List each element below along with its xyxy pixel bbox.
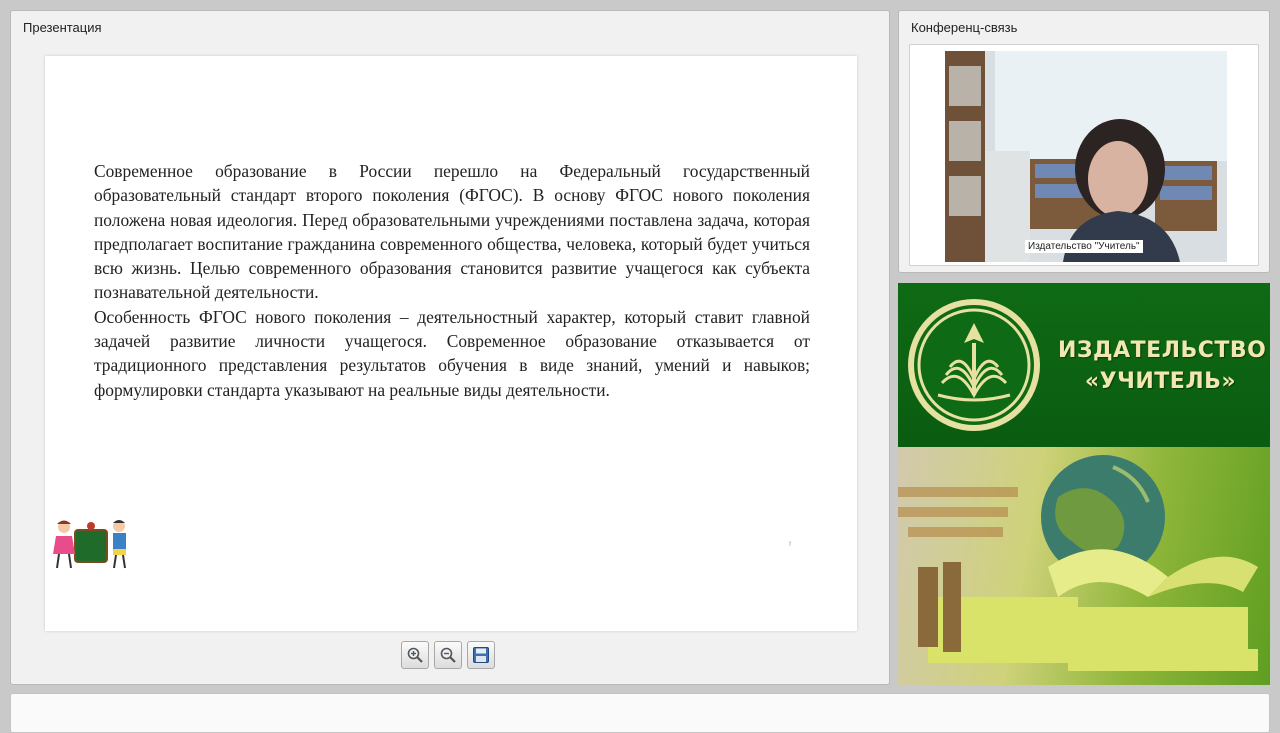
zoom-out-button[interactable] bbox=[434, 641, 462, 669]
conference-title: Конференц-связь bbox=[911, 20, 1018, 35]
children-with-board-image bbox=[53, 520, 126, 569]
video-scene bbox=[945, 51, 1227, 262]
banner-header: ИЗДАТЕЛЬСТВО «УЧИТЕЛЬ» bbox=[898, 283, 1270, 447]
save-button[interactable] bbox=[467, 641, 495, 669]
slide-mark: ᶠ bbox=[789, 540, 792, 550]
save-icon bbox=[473, 647, 489, 663]
publisher-line-1: ИЗДАТЕЛЬСТВО bbox=[1058, 338, 1267, 363]
publisher-banner: ИЗДАТЕЛЬСТВО «УЧИТЕЛЬ» bbox=[898, 283, 1270, 685]
conference-panel: Конференц-связь Издательство "Учитель" bbox=[898, 10, 1270, 273]
zoom-in-icon bbox=[407, 647, 423, 663]
presentation-slide: Современное образование в России перешло… bbox=[45, 56, 857, 631]
zoom-out-icon bbox=[440, 647, 456, 663]
publisher-line-2: «УЧИТЕЛЬ» bbox=[1084, 369, 1237, 394]
zoom-in-button[interactable] bbox=[401, 641, 429, 669]
bottom-bar bbox=[10, 693, 1270, 733]
slide-text: Современное образование в России перешло… bbox=[94, 159, 810, 402]
participant-video[interactable]: Издательство "Учитель" bbox=[945, 51, 1227, 262]
books-globe-illustration bbox=[898, 455, 1258, 671]
presentation-panel: Презентация Современное образование в Ро… bbox=[10, 10, 890, 685]
presentation-title: Презентация bbox=[23, 20, 102, 35]
slide-paragraph-2: Особенность ФГОС нового поколения – деят… bbox=[94, 306, 810, 400]
publisher-logo-icon bbox=[908, 299, 1040, 431]
video-frame: Издательство "Учитель" bbox=[909, 44, 1259, 266]
participant-label: Издательство "Учитель" bbox=[1025, 240, 1143, 253]
slide-paragraph-1: Современное образование в России перешло… bbox=[94, 161, 810, 303]
banner-image-books-globe bbox=[898, 447, 1270, 685]
publisher-name: ИЗДАТЕЛЬСТВО «УЧИТЕЛЬ» bbox=[1058, 335, 1267, 397]
presentation-toolbar bbox=[401, 641, 495, 669]
